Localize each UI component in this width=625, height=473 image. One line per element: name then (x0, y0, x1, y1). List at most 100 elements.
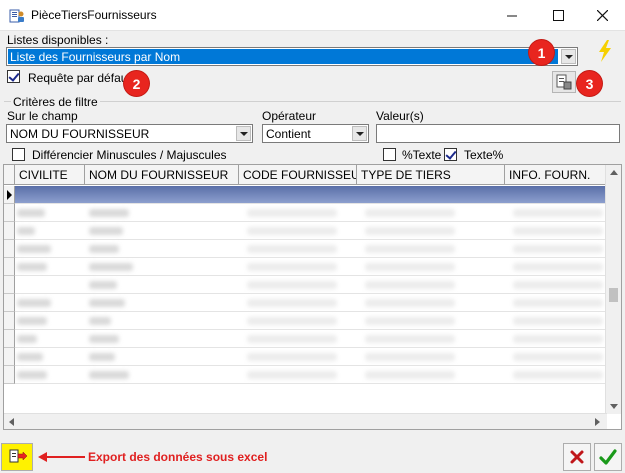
blurred-cell (247, 263, 337, 271)
blurred-cell (247, 335, 337, 343)
blurred-cell (247, 353, 337, 361)
blurred-cell (89, 335, 119, 343)
list-dropdown-arrow-icon[interactable] (561, 49, 576, 64)
minimize-button[interactable] (489, 0, 535, 31)
field-select[interactable]: NOM DU FOURNISSEUR (6, 124, 253, 143)
cancel-button[interactable] (563, 443, 591, 471)
table-row[interactable] (15, 312, 607, 330)
blurred-cell (89, 371, 129, 379)
grid-corner (4, 165, 15, 185)
row-indicator[interactable] (4, 222, 15, 240)
column-header[interactable]: NOM DU FOURNISSEUR (85, 165, 239, 185)
lists-label: Listes disponibles : (7, 33, 109, 47)
title-bar: PièceTiersFournisseurs (0, 0, 625, 31)
blurred-cell (89, 353, 115, 361)
blurred-cell (17, 371, 47, 379)
export-icon (9, 449, 28, 463)
operator-select[interactable]: Contient (262, 124, 369, 143)
table-row[interactable] (15, 258, 607, 276)
app-icon (9, 9, 24, 23)
blurred-cell (247, 317, 337, 325)
grid-header: CIVILITE NOM DU FOURNISSEUR CODE FOURNIS… (4, 165, 607, 185)
blurred-cell (247, 299, 337, 307)
blurred-cell (89, 245, 119, 253)
column-header[interactable]: TYPE DE TIERS (357, 165, 505, 185)
row-indicator[interactable] (4, 186, 15, 204)
list-select[interactable]: Liste des Fournisseurs par Nom (6, 47, 578, 66)
blurred-cell (365, 227, 455, 235)
table-row[interactable] (15, 294, 607, 312)
grid-horizontal-scrollbar[interactable] (4, 413, 607, 429)
query-settings-icon (556, 74, 572, 90)
ok-button[interactable] (594, 443, 622, 471)
blurred-cell (89, 263, 133, 271)
arrow-left-icon (38, 452, 85, 462)
row-indicator[interactable] (4, 294, 15, 312)
row-indicator[interactable] (4, 312, 15, 330)
table-row[interactable] (15, 240, 607, 258)
blurred-cell (17, 353, 43, 361)
blurred-cell (247, 281, 337, 289)
blurred-cell (365, 209, 455, 217)
row-indicator[interactable] (4, 366, 15, 384)
field-dropdown-arrow-icon[interactable] (236, 126, 251, 141)
blurred-cell (17, 299, 51, 307)
table-row[interactable] (15, 204, 607, 222)
default-query-checkbox[interactable] (7, 70, 20, 83)
table-row[interactable] (15, 222, 607, 240)
column-header[interactable]: CIVILITE (15, 165, 85, 185)
scroll-down-icon[interactable] (610, 404, 618, 410)
blurred-cell (513, 353, 603, 361)
grid-vertical-scrollbar[interactable] (605, 165, 621, 414)
table-row[interactable] (15, 366, 607, 384)
scroll-thumb[interactable] (609, 288, 618, 302)
value-input[interactable] (376, 124, 620, 143)
pct-text-checkbox[interactable] (383, 148, 396, 161)
blurred-cell (513, 299, 603, 307)
case-sensitive-label: Différencier Minuscules / Majuscules (32, 148, 227, 162)
close-button[interactable] (579, 0, 625, 31)
row-indicator[interactable] (4, 330, 15, 348)
row-indicator[interactable] (4, 258, 15, 276)
scroll-right-icon[interactable] (595, 418, 601, 426)
blurred-cell (17, 263, 47, 271)
window-title: PièceTiersFournisseurs (31, 8, 157, 22)
column-header[interactable]: CODE FOURNISSEUR (239, 165, 357, 185)
blurred-cell (89, 317, 111, 325)
operator-label: Opérateur (262, 109, 317, 123)
pct-text-label: %Texte (402, 148, 442, 162)
callout-badge-3: 3 (577, 71, 602, 96)
cancel-x-icon (570, 450, 584, 464)
blurred-cell (513, 281, 603, 289)
table-row[interactable] (15, 348, 607, 366)
row-indicator[interactable] (4, 276, 15, 294)
case-sensitive-checkbox[interactable] (12, 148, 25, 161)
blurred-cell (17, 209, 45, 217)
lightning-icon[interactable] (597, 40, 613, 62)
default-query-label: Requête par défaut (28, 71, 131, 85)
row-indicator[interactable] (4, 240, 15, 258)
blurred-cell (17, 227, 35, 235)
callout-badge-2: 2 (124, 71, 149, 96)
blurred-cell (365, 281, 455, 289)
row-indicator[interactable] (4, 204, 15, 222)
maximize-button[interactable] (535, 0, 581, 31)
blurred-cell (513, 335, 603, 343)
blurred-cell (365, 263, 455, 271)
scroll-up-icon[interactable] (610, 169, 618, 175)
scroll-left-icon[interactable] (8, 418, 14, 426)
table-row[interactable] (15, 276, 607, 294)
results-grid[interactable]: CIVILITE NOM DU FOURNISSEUR CODE FOURNIS… (3, 164, 622, 430)
export-excel-button[interactable] (1, 443, 33, 471)
blurred-cell (89, 227, 123, 235)
blurred-cell (513, 209, 603, 217)
column-header[interactable]: INFO. FOURN. (505, 165, 607, 185)
callout-badge-1: 1 (529, 40, 554, 65)
ok-check-icon (599, 449, 617, 465)
operator-dropdown-arrow-icon[interactable] (352, 126, 367, 141)
table-row[interactable] (15, 186, 607, 204)
row-indicator[interactable] (4, 348, 15, 366)
table-row[interactable] (15, 330, 607, 348)
text-pct-checkbox[interactable] (444, 148, 457, 161)
query-options-button[interactable] (552, 71, 576, 93)
